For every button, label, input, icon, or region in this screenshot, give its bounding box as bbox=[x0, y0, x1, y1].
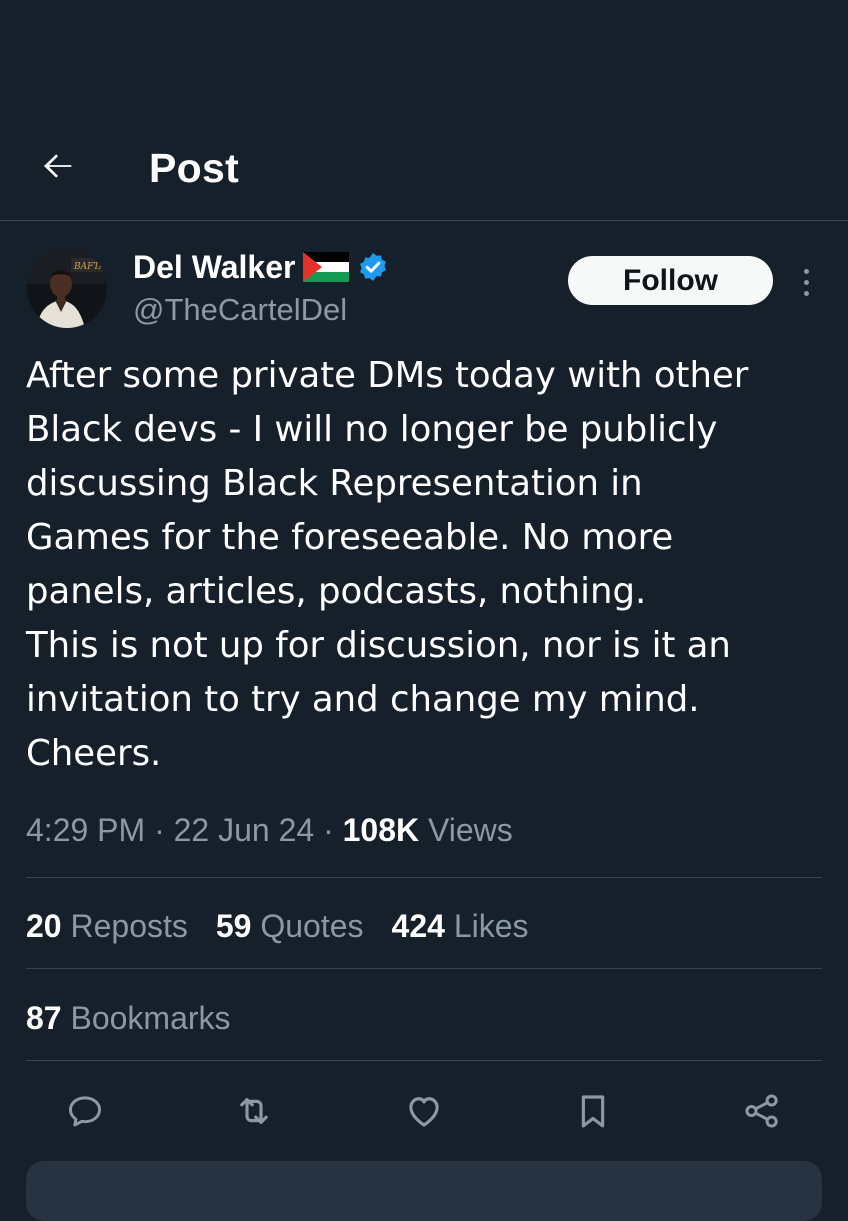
divider bbox=[26, 1060, 822, 1061]
follow-button[interactable]: Follow bbox=[568, 256, 773, 305]
reply-icon bbox=[68, 1096, 102, 1127]
like-button[interactable] bbox=[399, 1086, 449, 1136]
likes-label: Likes bbox=[453, 908, 529, 944]
bookmarks-label: Bookmarks bbox=[70, 1000, 231, 1036]
post-text: After some private DMs today with other … bbox=[26, 355, 749, 774]
quotes-label: Quotes bbox=[260, 908, 364, 944]
reposts-label: Reposts bbox=[70, 908, 188, 944]
share-icon bbox=[745, 1094, 778, 1128]
divider bbox=[26, 968, 822, 969]
reposts-stat[interactable]: 20 Reposts bbox=[26, 903, 188, 949]
avatar-image: BAFTA bbox=[27, 248, 107, 328]
arrow-left-icon bbox=[44, 154, 72, 178]
bookmarks-count: 87 bbox=[26, 1000, 62, 1036]
quotes-stat[interactable]: 59 Quotes bbox=[216, 903, 364, 949]
meta-separator: · bbox=[154, 812, 165, 848]
meta-separator: · bbox=[323, 812, 334, 848]
bookmark-icon bbox=[581, 1095, 605, 1128]
verified-badge-icon bbox=[360, 253, 387, 281]
reply-composer[interactable] bbox=[26, 1161, 822, 1221]
author-name-row[interactable]: Del Walker bbox=[133, 246, 389, 288]
like-icon bbox=[409, 1097, 439, 1127]
more-vertical-icon bbox=[803, 279, 809, 285]
more-options-button[interactable] bbox=[790, 262, 822, 302]
repost-icon bbox=[240, 1098, 268, 1124]
page-title: Post bbox=[149, 145, 240, 191]
bookmarks-stat[interactable]: 87 Bookmarks bbox=[26, 995, 231, 1041]
more-vertical-icon bbox=[803, 290, 809, 296]
post-meta: 4:29 PM · 22 Jun 24 · 108K Views bbox=[26, 808, 513, 852]
quotes-count: 59 bbox=[215, 908, 252, 944]
divider bbox=[26, 877, 822, 878]
reply-button[interactable] bbox=[60, 1086, 110, 1136]
avatar[interactable]: BAFTA bbox=[27, 248, 107, 328]
author-handle[interactable]: @TheCartelDel bbox=[133, 290, 347, 330]
reposts-count: 20 bbox=[26, 908, 62, 944]
share-button[interactable] bbox=[737, 1086, 787, 1136]
more-vertical-icon bbox=[803, 268, 809, 274]
palestine-flag-icon bbox=[303, 252, 350, 282]
action-bar bbox=[0, 1086, 848, 1138]
post-time[interactable]: 4:29 PM bbox=[26, 812, 145, 848]
views-label: Views bbox=[428, 812, 513, 848]
likes-stat[interactable]: 424 Likes bbox=[392, 903, 529, 949]
bookmark-button[interactable] bbox=[568, 1086, 618, 1136]
author-display-name[interactable]: Del Walker bbox=[133, 247, 295, 287]
back-button[interactable] bbox=[36, 144, 80, 188]
views-count: 108K bbox=[342, 812, 420, 848]
repost-button[interactable] bbox=[229, 1086, 279, 1136]
post-date[interactable]: 22 Jun 24 bbox=[174, 812, 315, 848]
engagement-stats: 20 Reposts 59 Quotes 424 Likes bbox=[26, 903, 529, 949]
avatar-logo-text: BAFTA bbox=[73, 262, 106, 272]
likes-count: 424 bbox=[391, 908, 445, 944]
top-bar: Post bbox=[0, 0, 848, 221]
